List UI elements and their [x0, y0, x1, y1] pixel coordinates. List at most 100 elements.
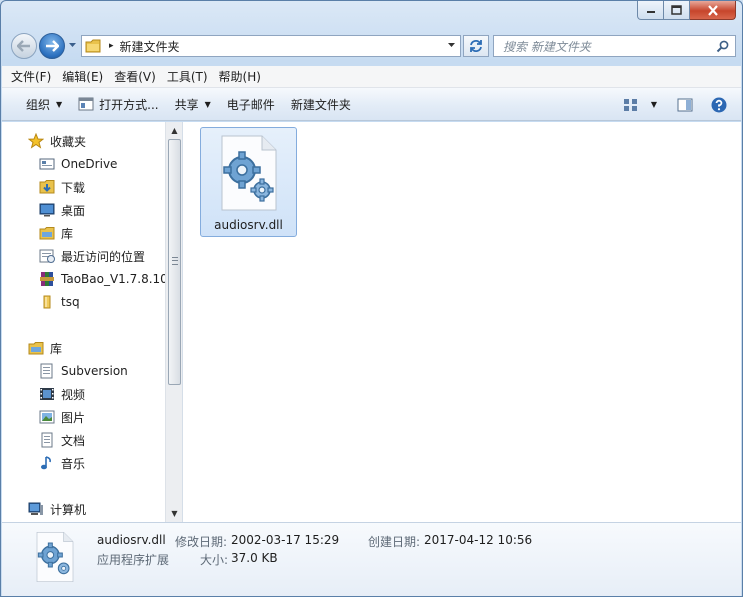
nav-computer[interactable]: 计算机 [28, 498, 86, 520]
archive-icon [39, 271, 55, 287]
nav-item-label: 文档 [61, 433, 86, 448]
nav-item-tsq[interactable]: tsq [39, 291, 80, 313]
main-content: 收藏夹 OneDrive 下载 桌面 库 最近访问的位置 TaoBao_V1.7… [2, 122, 741, 522]
address-dropdown-icon[interactable] [447, 42, 456, 48]
details-pane: audiosrv.dll 应用程序扩展 修改日期: 2002-03-17 15:… [2, 522, 741, 596]
help-icon [711, 97, 727, 112]
scrollbar-thumb[interactable] [168, 139, 181, 385]
menu-view[interactable]: 查看(V) [114, 68, 156, 85]
nav-item-downloads[interactable]: 下载 [39, 176, 85, 198]
nav-item-recent-places[interactable]: 最近访问的位置 [39, 245, 145, 267]
close-icon [707, 4, 718, 16]
nav-computer-label: 计算机 [50, 502, 87, 517]
details-size-label: 大小: [200, 553, 229, 567]
computer-icon [28, 501, 44, 517]
back-arrow-icon [17, 40, 30, 52]
scroll-up-icon[interactable]: ▲ [166, 122, 183, 139]
subversion-icon [39, 363, 55, 379]
nav-item-label: tsq [61, 295, 80, 309]
new-folder-button[interactable]: 新建文件夹 [283, 88, 359, 121]
folder-icon [39, 294, 55, 310]
details-size-value: 37.0 KB [231, 551, 278, 565]
menu-file[interactable]: 文件(F) [11, 68, 51, 85]
nav-favorites[interactable]: 收藏夹 [28, 130, 86, 152]
refresh-button[interactable] [463, 35, 489, 57]
forward-button[interactable] [39, 33, 65, 59]
email-button[interactable]: 电子邮件 [219, 88, 283, 121]
nav-item-onedrive[interactable]: OneDrive [39, 153, 117, 175]
share-button[interactable]: 共享 ▼ [167, 88, 219, 121]
navigation-pane: 收藏夹 OneDrive 下载 桌面 库 最近访问的位置 TaoBao_V1.7… [2, 122, 183, 522]
nav-item-label: Subversion [61, 364, 128, 378]
nav-item-label: TaoBao_V1.7.8.10_ [61, 272, 165, 286]
nav-item-pictures[interactable]: 图片 [39, 406, 85, 428]
new-folder-label: 新建文件夹 [290, 97, 351, 112]
star-icon [28, 133, 44, 149]
documents-icon [39, 432, 55, 448]
desktop-icon [39, 202, 55, 218]
details-file-type: 应用程序扩展 [97, 553, 170, 567]
share-label: 共享 [174, 97, 199, 112]
menu-edit[interactable]: 编辑(E) [62, 68, 103, 85]
nav-item-library[interactable]: 库 [39, 222, 73, 244]
nav-favorites-label: 收藏夹 [50, 134, 87, 149]
close-button[interactable] [690, 1, 736, 20]
email-label: 电子邮件 [226, 97, 275, 112]
onedrive-icon [39, 156, 55, 172]
nav-item-taobao[interactable]: TaoBao_V1.7.8.10_ [39, 268, 165, 290]
back-button[interactable] [11, 33, 37, 59]
nav-item-label: OneDrive [61, 157, 118, 171]
breadcrumb-current[interactable]: 新建文件夹 [120, 38, 180, 55]
pictures-icon [39, 409, 55, 425]
view-grid-icon [623, 98, 637, 111]
file-name: audiosrv.dll [214, 218, 283, 232]
menu-tools[interactable]: 工具(T) [167, 68, 208, 85]
grip-icon [172, 257, 178, 265]
command-bar: 组织 ▼ 打开方式... 共享 ▼ 电子邮件 新建文件夹 ▼ [2, 88, 741, 121]
preview-pane-button[interactable] [667, 88, 703, 121]
maximize-button[interactable] [664, 1, 690, 20]
folder-icon [85, 39, 101, 53]
search-placeholder: 搜索 新建文件夹 [503, 39, 591, 54]
explorer-window: ▸ 新建文件夹 搜索 新建文件夹 文件(F) 编辑(E) 查看(V) 工具(T)… [0, 0, 743, 597]
search-icon[interactable] [716, 40, 729, 53]
open-with-label: 打开方式... [99, 97, 159, 112]
view-controls: ▼ [619, 88, 741, 121]
navigation-tree: 收藏夹 OneDrive 下载 桌面 库 最近访问的位置 TaoBao_V1.7… [2, 122, 165, 522]
nav-item-subversion[interactable]: Subversion [39, 360, 128, 382]
menu-bar: 文件(F) 编辑(E) 查看(V) 工具(T) 帮助(H) [2, 66, 741, 88]
nav-item-music[interactable]: 音乐 [39, 452, 85, 474]
nav-item-label: 视频 [61, 387, 86, 402]
open-with-button[interactable]: 打开方式... [70, 88, 166, 121]
breadcrumb-separator-icon[interactable]: ▸ [109, 41, 114, 51]
refresh-icon [470, 40, 482, 52]
forward-arrow-icon [46, 40, 59, 52]
minimize-icon [646, 11, 655, 13]
file-item-audiosrv[interactable]: audiosrv.dll [200, 127, 297, 237]
nav-scrollbar[interactable]: ▲ ▼ [165, 122, 182, 522]
open-with-icon [78, 97, 94, 111]
video-icon [39, 386, 55, 402]
minimize-button[interactable] [637, 1, 664, 20]
change-view-button[interactable] [619, 88, 643, 121]
scroll-down-icon[interactable]: ▼ [166, 505, 183, 522]
library-icon [39, 225, 55, 241]
nav-libraries[interactable]: 库 [28, 337, 62, 359]
chevron-down-icon: ▼ [56, 99, 63, 109]
caption-buttons [637, 1, 736, 21]
nav-item-documents[interactable]: 文档 [39, 429, 85, 451]
organize-label: 组织 [26, 97, 51, 112]
search-input[interactable]: 搜索 新建文件夹 [493, 35, 736, 57]
maximize-icon [671, 5, 682, 15]
help-button[interactable] [703, 88, 741, 121]
nav-item-desktop[interactable]: 桌面 [39, 199, 85, 221]
nav-item-video[interactable]: 视频 [39, 383, 85, 405]
nav-item-label: 图片 [61, 410, 86, 425]
recent-pages-dropdown-icon[interactable] [68, 42, 77, 48]
menu-help[interactable]: 帮助(H) [219, 68, 261, 85]
address-bar[interactable]: ▸ 新建文件夹 [81, 35, 461, 57]
organize-button[interactable]: 组织 ▼ [18, 88, 70, 121]
more-views-button[interactable]: ▼ [643, 88, 667, 121]
library-icon [28, 340, 44, 356]
nav-libraries-label: 库 [50, 341, 63, 356]
